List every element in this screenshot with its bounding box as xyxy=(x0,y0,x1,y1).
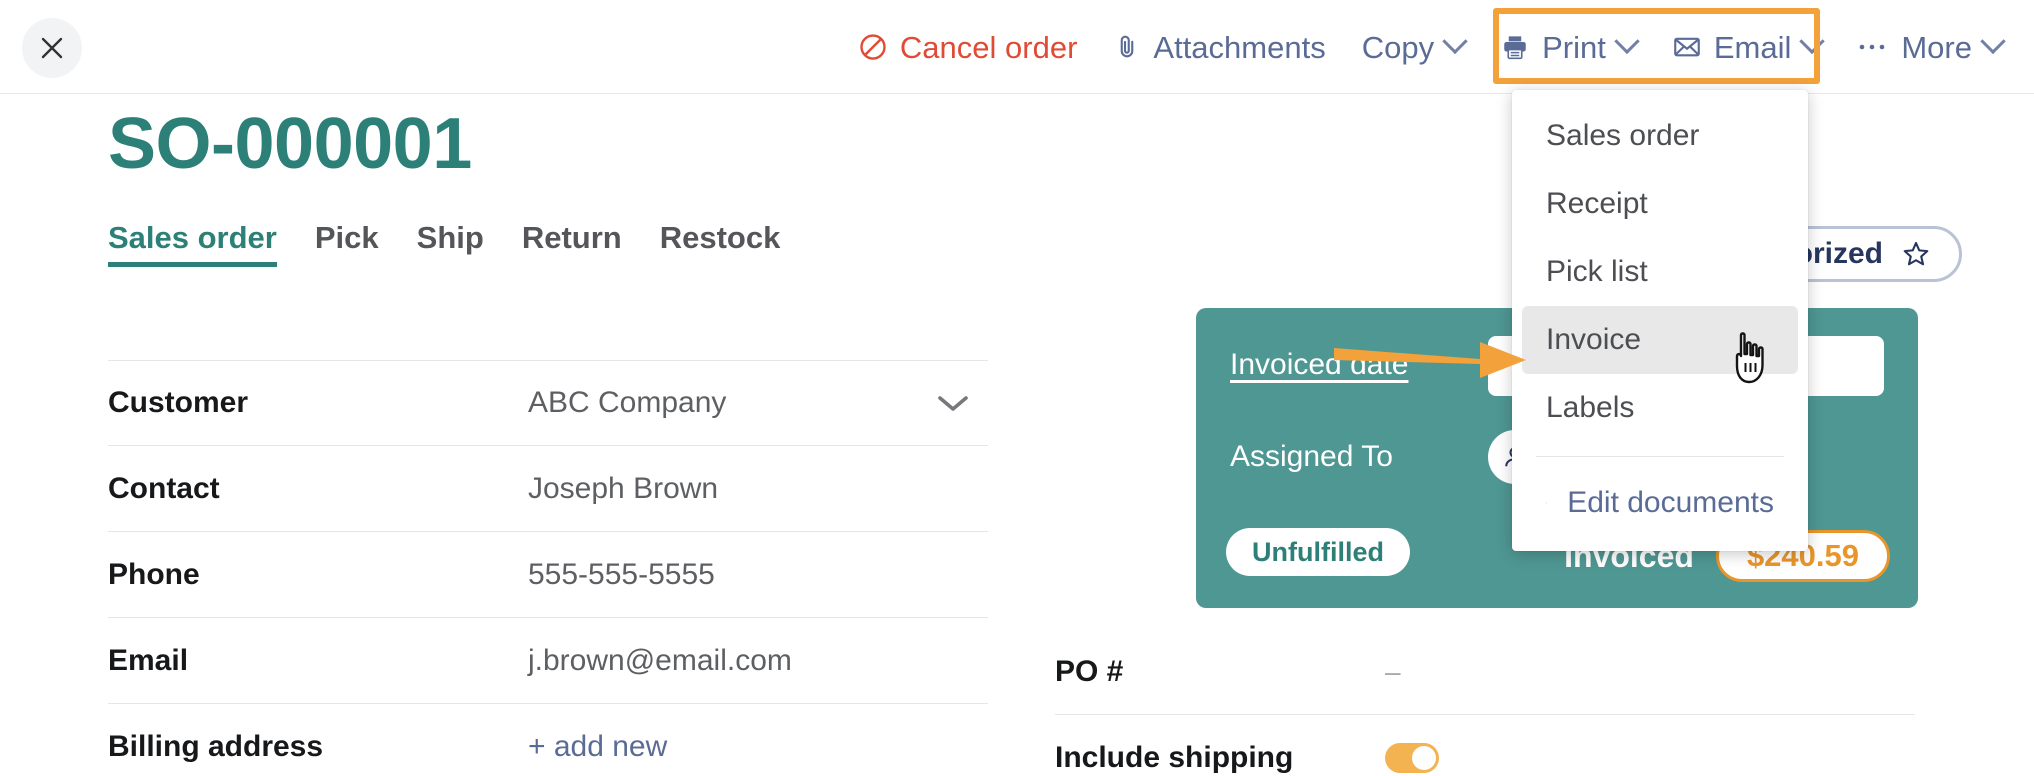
email-value[interactable]: j.brown@email.com xyxy=(528,644,918,678)
close-button[interactable] xyxy=(22,18,82,78)
attachments-button[interactable]: Attachments xyxy=(1095,16,1343,78)
tab-bar: Sales order Pick Ship Return Restock xyxy=(108,222,780,267)
copy-label: Copy xyxy=(1362,32,1434,63)
tab-label: Return xyxy=(522,220,622,255)
menu-item-label: Invoice xyxy=(1546,323,1641,357)
menu-item-edit-documents[interactable]: Edit documents xyxy=(1522,469,1798,537)
order-options-form: PO # – Include shipping xyxy=(1055,630,1915,776)
chevron-down-icon xyxy=(1980,28,2005,53)
menu-item-invoice[interactable]: Invoice xyxy=(1522,306,1798,374)
paperclip-icon xyxy=(1113,33,1141,61)
menu-item-sales-order[interactable]: Sales order xyxy=(1522,102,1798,170)
field-label: PO # xyxy=(1055,655,1385,689)
print-dropdown-menu: Sales order Receipt Pick list Invoice La… xyxy=(1512,90,1808,551)
star-icon[interactable] xyxy=(1901,239,1931,269)
page-title: SO-000001 xyxy=(108,108,472,180)
invoiced-date-label[interactable]: Invoiced date xyxy=(1230,348,1408,382)
email-button[interactable]: Email xyxy=(1654,16,1840,78)
sales-order-detail-screen: Cancel order Attachments Copy xyxy=(0,0,2034,776)
tab-pick[interactable]: Pick xyxy=(315,222,379,267)
more-label: More xyxy=(1901,32,1972,63)
copy-button[interactable]: Copy xyxy=(1344,16,1482,78)
add-new-billing-address-link[interactable]: + add new xyxy=(528,730,918,764)
print-button[interactable]: Print xyxy=(1482,16,1654,78)
pencil-icon xyxy=(1546,490,1547,516)
customer-dropdown-toggle[interactable] xyxy=(918,393,988,413)
email-label: Email xyxy=(1714,32,1792,63)
contact-value[interactable]: Joseph Brown xyxy=(528,472,918,506)
field-label: Customer xyxy=(108,386,528,420)
toolbar-actions: Cancel order Attachments Copy xyxy=(840,0,2020,93)
field-row-billing-address: Billing address + add new xyxy=(108,704,988,776)
field-row-contact: Contact Joseph Brown xyxy=(108,446,988,532)
field-label: Include shipping xyxy=(1055,741,1385,775)
field-label: Email xyxy=(108,644,528,678)
cancel-order-button[interactable]: Cancel order xyxy=(840,16,1095,78)
chevron-down-icon xyxy=(1800,28,1825,53)
chevron-down-icon xyxy=(1442,28,1467,53)
more-button[interactable]: More xyxy=(1839,16,2020,78)
menu-item-labels[interactable]: Labels xyxy=(1522,374,1798,442)
field-row-include-shipping: Include shipping xyxy=(1055,715,1915,776)
tab-label: Ship xyxy=(417,220,484,255)
fulfillment-status-badge: Unfulfilled xyxy=(1226,528,1410,576)
tab-label: Restock xyxy=(660,220,781,255)
assigned-to-label: Assigned To xyxy=(1230,440,1393,474)
tab-ship[interactable]: Ship xyxy=(417,222,484,267)
menu-item-label: Labels xyxy=(1546,391,1634,425)
chevron-down-icon xyxy=(936,393,970,413)
field-row-phone: Phone 555-555-5555 xyxy=(108,532,988,618)
tab-restock[interactable]: Restock xyxy=(660,222,781,267)
menu-item-label: Receipt xyxy=(1546,187,1648,221)
field-label: Phone xyxy=(108,558,528,592)
tab-label: Pick xyxy=(315,220,379,255)
phone-value[interactable]: 555-555-5555 xyxy=(528,558,918,592)
field-label: Billing address xyxy=(108,730,528,764)
customer-details-form: Customer ABC Company Contact Joseph Brow… xyxy=(108,360,988,776)
field-row-po-number: PO # – xyxy=(1055,630,1915,715)
fulfillment-status-label: Unfulfilled xyxy=(1252,537,1384,568)
menu-item-label: Sales order xyxy=(1546,119,1699,153)
ban-icon xyxy=(858,32,888,62)
envelope-icon xyxy=(1672,32,1702,62)
top-toolbar: Cancel order Attachments Copy xyxy=(0,0,2034,94)
field-row-customer: Customer ABC Company xyxy=(108,360,988,446)
ellipsis-icon xyxy=(1857,41,1889,53)
assigned-to-row: Assigned To xyxy=(1230,440,1393,474)
field-row-email: Email j.brown@email.com xyxy=(108,618,988,704)
tab-sales-order[interactable]: Sales order xyxy=(108,222,277,267)
cancel-order-label: Cancel order xyxy=(900,32,1077,63)
invoiced-date-row: Invoiced date xyxy=(1230,348,1408,382)
tab-return[interactable]: Return xyxy=(522,222,622,267)
printer-icon xyxy=(1500,32,1530,62)
include-shipping-toggle[interactable] xyxy=(1385,743,1439,773)
menu-divider xyxy=(1536,456,1784,457)
attachments-label: Attachments xyxy=(1153,32,1325,63)
menu-item-receipt[interactable]: Receipt xyxy=(1522,170,1798,238)
field-label: Contact xyxy=(108,472,528,506)
menu-item-pick-list[interactable]: Pick list xyxy=(1522,238,1798,306)
menu-item-label: Edit documents xyxy=(1567,486,1774,520)
print-label: Print xyxy=(1542,32,1606,63)
chevron-down-icon xyxy=(1614,28,1639,53)
customer-value[interactable]: ABC Company xyxy=(528,386,918,420)
tab-label: Sales order xyxy=(108,220,277,255)
menu-item-label: Pick list xyxy=(1546,255,1648,289)
po-number-value[interactable]: – xyxy=(1385,656,1401,688)
close-icon xyxy=(39,35,65,61)
